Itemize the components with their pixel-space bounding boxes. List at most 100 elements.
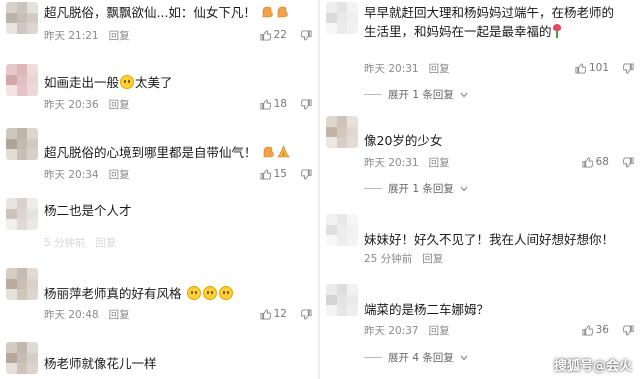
like-count: 68 bbox=[595, 156, 609, 168]
comment-meta: 昨天 20:36 回复 18 bbox=[44, 96, 312, 112]
comment-body: 像20岁的少女 bbox=[364, 133, 443, 148]
reply-button[interactable]: 回复 bbox=[96, 235, 117, 250]
comment-meta: 5 分钟前 回复 bbox=[44, 234, 312, 250]
comment-text: 如画走出一般 太美了 bbox=[44, 73, 312, 92]
avatar[interactable] bbox=[326, 2, 358, 34]
chevron-down-icon bbox=[460, 92, 468, 97]
comment-body: 如画走出一般 bbox=[44, 75, 120, 90]
comment-time: 昨天 20:37 bbox=[364, 324, 419, 337]
comment-item: 早早就赶回大理和杨妈妈过端午，在杨老师的生活里，和妈妈在一起是最幸福的 昨天 2… bbox=[320, 0, 640, 102]
comment-body: 杨二也是个人才 bbox=[44, 203, 132, 218]
comment-time: 昨天 20:31 bbox=[364, 156, 419, 169]
reply-button[interactable]: 回复 bbox=[422, 251, 443, 266]
comment-meta: 昨天 21:21 回复 22 bbox=[44, 27, 312, 43]
comment-meta: 昨天 20:37 回复 36 bbox=[364, 322, 634, 338]
comment-item: 如画走出一般 太美了 昨天 20:36 回复 18 bbox=[0, 60, 318, 120]
avatar[interactable] bbox=[6, 128, 38, 160]
thumbs-up-icon bbox=[582, 324, 593, 336]
dislike-button[interactable] bbox=[623, 324, 634, 336]
comment-column-right: 早早就赶回大理和杨妈妈过端午，在杨老师的生活里，和妈妈在一起是最幸福的 昨天 2… bbox=[320, 0, 640, 379]
expand-line bbox=[364, 188, 382, 189]
thumbs-down-icon bbox=[301, 98, 312, 110]
reply-button[interactable]: 回复 bbox=[429, 61, 450, 76]
comment-body: 杨丽萍老师真的好有风格 bbox=[44, 286, 182, 301]
comment-body: 妹妹好！好久不见了！我在人间好想好想你！ bbox=[364, 232, 615, 247]
comment-time: 昨天 20:31 bbox=[364, 62, 419, 75]
comment-item: 像20岁的少女 昨天 20:31 回复 68 展开 1 条回复 bbox=[320, 112, 640, 198]
avatar[interactable] bbox=[326, 116, 358, 148]
emoji-icon bbox=[202, 286, 217, 300]
comment-time: 昨天 20:34 bbox=[44, 168, 99, 181]
avatar[interactable] bbox=[6, 2, 38, 34]
expand-replies-button[interactable]: 展开 1 条回复 bbox=[364, 181, 468, 196]
comment-body: 端菜的是杨二车娜姆？ bbox=[364, 302, 490, 317]
avatar[interactable] bbox=[6, 64, 38, 96]
expand-line bbox=[364, 357, 382, 358]
thumbs-down-icon bbox=[623, 324, 634, 336]
reply-button[interactable]: 回复 bbox=[109, 28, 130, 43]
like-count: 18 bbox=[273, 98, 287, 110]
comment-time: 昨天 21:21 bbox=[44, 29, 99, 42]
like-button[interactable]: 12 bbox=[260, 308, 287, 320]
like-button[interactable]: 68 bbox=[582, 156, 609, 168]
dislike-button[interactable] bbox=[623, 156, 634, 168]
reply-button[interactable]: 回复 bbox=[429, 155, 450, 170]
dislike-button[interactable] bbox=[623, 62, 634, 74]
comment-time: 昨天 20:48 bbox=[44, 308, 99, 321]
comment-text: 超凡脱俗的心境到哪里都是自带仙气！ bbox=[44, 143, 312, 162]
like-button[interactable]: 36 bbox=[582, 324, 609, 336]
comment-meta: 昨天 20:31 回复 68 bbox=[364, 154, 634, 170]
thumbs-down-icon bbox=[301, 308, 312, 320]
like-button[interactable]: 15 bbox=[260, 168, 287, 180]
like-count: 36 bbox=[595, 324, 609, 336]
thumbs-up-icon bbox=[575, 62, 586, 74]
like-count: 101 bbox=[588, 62, 609, 74]
reply-button[interactable]: 回复 bbox=[429, 323, 450, 338]
comment-item: 超凡脱俗的心境到哪里都是自带仙气！ 昨天 20:34 回复 15 bbox=[0, 128, 318, 186]
reply-button[interactable]: 回复 bbox=[109, 97, 130, 112]
like-button[interactable]: 22 bbox=[260, 29, 287, 41]
comment-item: 妹妹好！好久不见了！我在人间好想好想你！ 25 分钟前 回复 bbox=[320, 214, 640, 270]
comment-body: 杨老师就像花儿一样 bbox=[44, 356, 157, 371]
avatar[interactable] bbox=[6, 268, 38, 300]
comment-item: 杨二也是个人才 5 分钟前 回复 bbox=[0, 198, 318, 256]
comment-text: 杨丽萍老师真的好有风格 bbox=[44, 284, 312, 303]
comment-text: 杨老师就像花儿一样 bbox=[44, 354, 312, 373]
thumbs-up-icon bbox=[260, 308, 271, 320]
comment-time: 5 分钟前 bbox=[44, 236, 86, 249]
thumbs-down-icon bbox=[623, 156, 634, 168]
avatar[interactable] bbox=[6, 198, 38, 230]
chevron-down-icon bbox=[460, 355, 468, 360]
comment-text: 超凡脱俗，飘飘欲仙...如：仙女下凡！ bbox=[44, 3, 312, 22]
comment-text: 像20岁的少女 bbox=[364, 131, 634, 150]
like-button[interactable]: 101 bbox=[575, 62, 609, 74]
emoji-icon bbox=[218, 286, 233, 300]
expand-replies-label: 展开 4 条回复 bbox=[388, 352, 454, 364]
avatar[interactable] bbox=[326, 284, 358, 316]
reply-button[interactable]: 回复 bbox=[109, 307, 130, 322]
flexed-biceps-icon bbox=[262, 6, 273, 18]
comment-body: 超凡脱俗，飘飘欲仙...如：仙女下凡！ bbox=[44, 5, 256, 20]
emoji-icon bbox=[120, 75, 135, 89]
reply-button[interactable]: 回复 bbox=[109, 167, 130, 182]
expand-replies-button[interactable]: 展开 4 条回复 bbox=[364, 350, 468, 365]
comment-body: 早早就赶回大理和杨妈妈过端午，在杨老师的生活里，和妈妈在一起是最幸福的 bbox=[364, 5, 615, 39]
avatar[interactable] bbox=[6, 342, 38, 374]
dislike-button[interactable] bbox=[301, 168, 312, 180]
dislike-button[interactable] bbox=[301, 29, 312, 41]
comment-item: 杨老师就像花儿一样 bbox=[0, 338, 318, 379]
comment-meta: 昨天 20:48 回复 12 bbox=[44, 306, 312, 322]
dislike-button[interactable] bbox=[301, 98, 312, 110]
thumbs-up-icon bbox=[260, 168, 271, 180]
expand-replies-button[interactable]: 展开 1 条回复 bbox=[364, 87, 468, 102]
thumbs-up-icon bbox=[260, 29, 271, 41]
thumbs-down-icon bbox=[623, 62, 634, 74]
avatar[interactable] bbox=[326, 214, 358, 246]
like-button[interactable]: 18 bbox=[260, 98, 287, 110]
comment-item: 超凡脱俗，飘飘欲仙...如：仙女下凡！ 昨天 21:21 回复 22 bbox=[0, 0, 318, 50]
comment-meta: 25 分钟前 回复 bbox=[364, 250, 634, 266]
comment-item: 杨丽萍老师真的好有风格 昨天 20:48 回复 12 bbox=[0, 264, 318, 328]
dislike-button[interactable] bbox=[301, 308, 312, 320]
expand-line bbox=[364, 94, 382, 95]
praying-hands-icon bbox=[276, 145, 290, 158]
